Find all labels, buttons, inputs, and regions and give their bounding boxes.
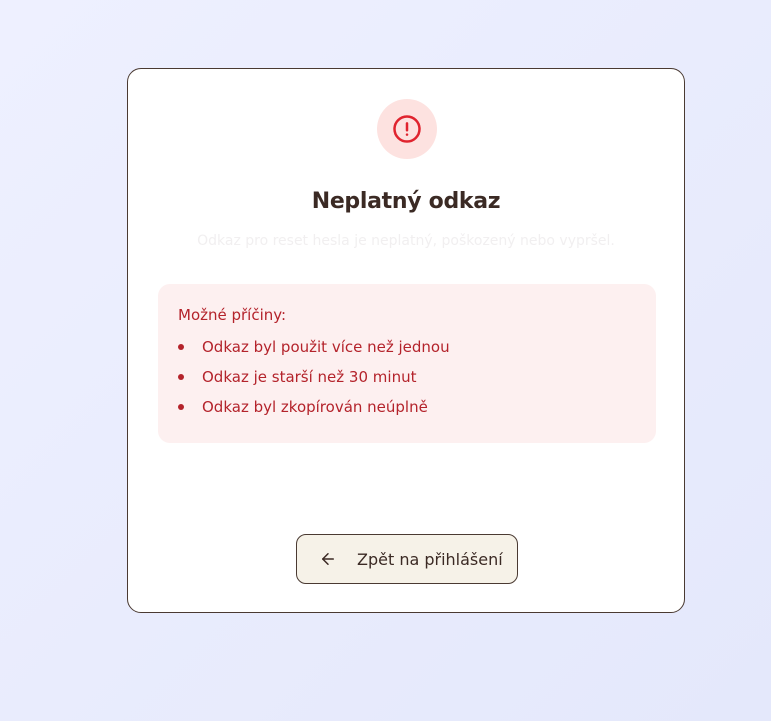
possible-causes-box: Možné příčiny: Odkaz byl použit více než… xyxy=(158,284,656,443)
list-item: Odkaz byl použit více než jednou xyxy=(178,337,636,367)
invalid-link-card: Neplatný odkaz Odkaz pro reset hesla je … xyxy=(127,68,685,613)
list-item: Odkaz byl zkopírován neúplně xyxy=(178,397,636,427)
back-to-login-label: Zpět na přihlášení xyxy=(357,549,503,569)
bullet-icon xyxy=(178,404,184,410)
page-subtitle: Odkaz pro reset hesla je neplatný, poško… xyxy=(197,233,615,249)
possible-causes-heading: Možné příčiny: xyxy=(178,306,287,324)
list-item-text: Odkaz byl použit více než jednou xyxy=(202,338,450,356)
list-item: Odkaz je starší než 30 minut xyxy=(178,367,636,397)
possible-causes-list: Odkaz byl použit více než jednou Odkaz j… xyxy=(178,337,636,427)
alert-circle-icon xyxy=(393,115,421,143)
list-item-text: Odkaz byl zkopírován neúplně xyxy=(202,398,428,416)
back-to-login-button[interactable]: Zpět na přihlášení xyxy=(296,534,518,584)
arrow-left-icon xyxy=(319,550,337,568)
alert-icon-badge xyxy=(377,99,437,159)
bullet-icon xyxy=(178,344,184,350)
bullet-icon xyxy=(178,374,184,380)
page-title: Neplatný odkaz xyxy=(311,189,501,214)
list-item-text: Odkaz je starší než 30 minut xyxy=(202,368,417,386)
